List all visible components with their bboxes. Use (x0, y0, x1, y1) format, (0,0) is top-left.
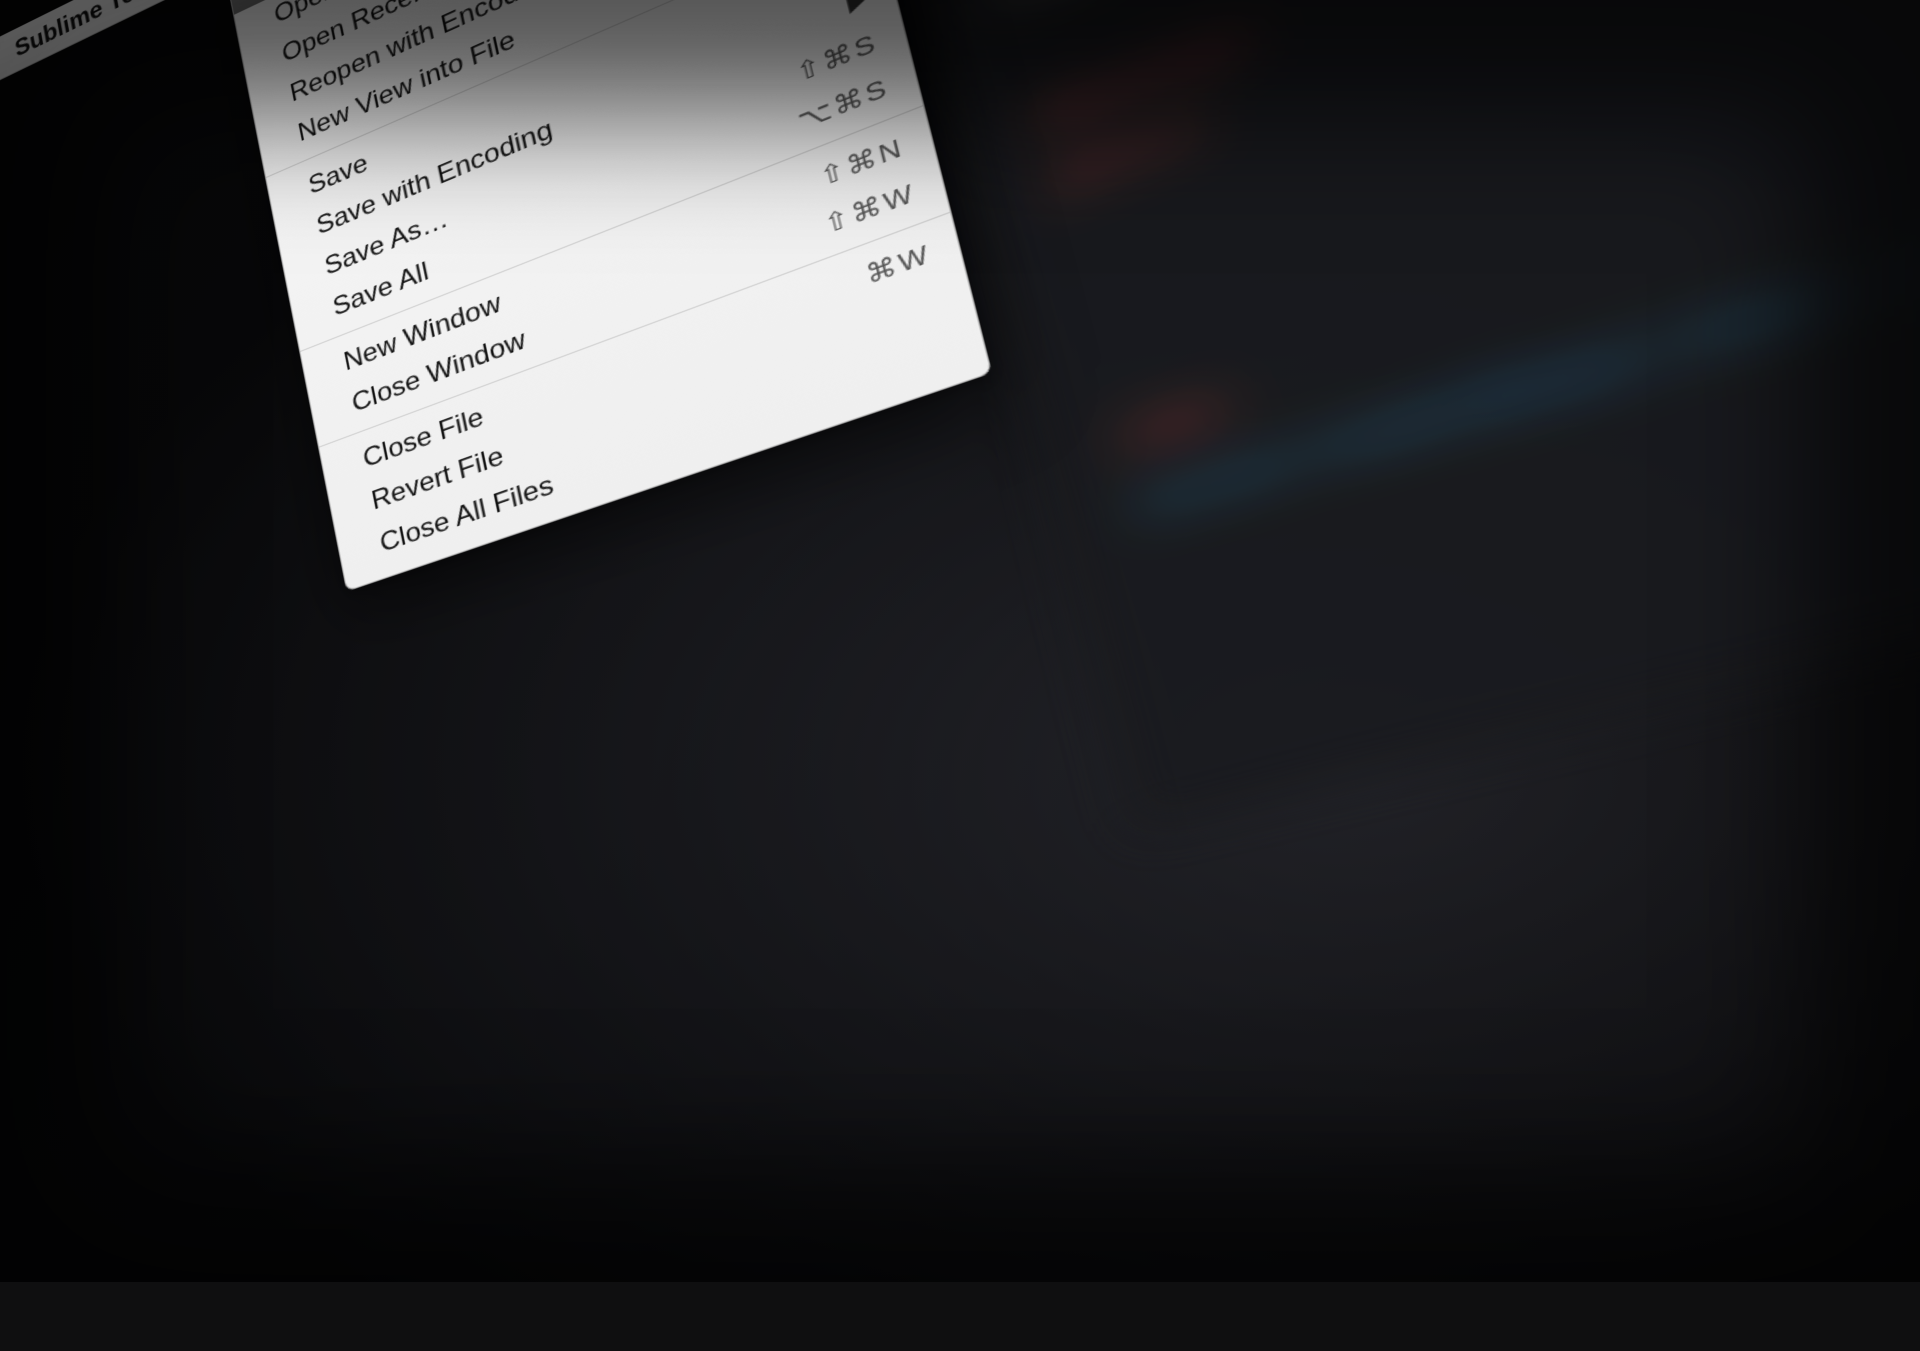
file-menu-dropdown: New File⌘NOpen…⌘OOpen Recent▶Reopen with… (224, 0, 992, 592)
menubar-app-name[interactable]: Sublime Text (0, 0, 180, 80)
editor-window: header.php <?php @package @since static … (862, 0, 1920, 837)
editor-body: header.php <?php @package @since static … (878, 0, 1920, 837)
